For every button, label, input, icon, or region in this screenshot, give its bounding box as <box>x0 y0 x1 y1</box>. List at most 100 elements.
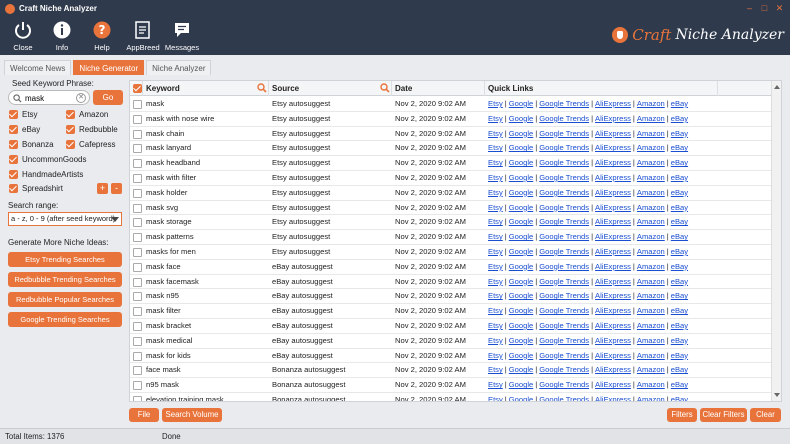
table-row[interactable]: mask bracket eBay autosuggest Nov 2, 2020 … <box>130 319 773 334</box>
checkbox-cafepress[interactable]: Cafepress <box>66 140 115 149</box>
link-google-trends[interactable]: Google Trends <box>539 173 589 182</box>
link-google[interactable]: Google <box>509 321 534 330</box>
minimize-icon[interactable]: – <box>743 2 756 14</box>
link-google[interactable]: Google <box>509 247 534 256</box>
link-aliexpress[interactable]: AliExpress <box>595 262 631 271</box>
table-row[interactable]: mask headband Etsy autosuggest Nov 2, 2020… <box>130 156 773 171</box>
link-ebay[interactable]: eBay <box>671 351 688 360</box>
row-checkbox[interactable] <box>133 203 142 213</box>
link-amazon[interactable]: Amazon <box>637 262 665 271</box>
row-checkbox[interactable] <box>133 144 142 154</box>
search-range-select[interactable]: a - z, 0 - 9 (after seed keyword) <box>8 212 122 226</box>
row-checkbox[interactable] <box>133 114 142 124</box>
link-google-trends[interactable]: Google Trends <box>539 203 589 212</box>
link-google[interactable]: Google <box>509 217 534 226</box>
link-amazon[interactable]: Amazon <box>637 351 665 360</box>
checkbox-spreadshirt[interactable]: Spreadshirt <box>9 184 63 193</box>
clear-button[interactable]: Clear <box>750 408 781 422</box>
help-button[interactable]: ? Help <box>82 20 122 52</box>
link-etsy[interactable]: Etsy <box>488 99 503 108</box>
link-etsy[interactable]: Etsy <box>488 247 503 256</box>
checkbox-handmadeartists[interactable]: HandmadeArtists <box>9 170 83 179</box>
vertical-scrollbar[interactable] <box>771 81 781 401</box>
search-volume-button[interactable]: Search Volume <box>162 408 222 422</box>
link-ebay[interactable]: eBay <box>671 99 688 108</box>
add-source-button[interactable]: + <box>97 183 108 194</box>
link-google-trends[interactable]: Google Trends <box>539 114 589 123</box>
link-google-trends[interactable]: Google Trends <box>539 380 589 389</box>
link-amazon[interactable]: Amazon <box>637 365 665 374</box>
link-amazon[interactable]: Amazon <box>637 217 665 226</box>
appbreed-button[interactable]: AppBreed <box>121 20 165 52</box>
link-ebay[interactable]: eBay <box>671 143 688 152</box>
redbubble-trending-button[interactable]: Redbubble Trending Searches <box>8 272 122 287</box>
row-checkbox[interactable] <box>133 100 142 109</box>
row-checkbox[interactable] <box>133 366 142 376</box>
close-window-icon[interactable]: ✕ <box>773 2 786 14</box>
link-google-trends[interactable]: Google Trends <box>539 143 589 152</box>
tab-niche-generator[interactable]: Niche Generator <box>73 60 145 75</box>
checkbox-redbubble[interactable]: Redbubble <box>66 125 118 134</box>
table-row[interactable]: mask for kids eBay autosuggest Nov 2, 2020… <box>130 349 773 364</box>
header-source[interactable]: Source <box>269 81 392 96</box>
link-etsy[interactable]: Etsy <box>488 232 503 241</box>
link-google-trends[interactable]: Google Trends <box>539 188 589 197</box>
link-google[interactable]: Google <box>509 291 534 300</box>
link-aliexpress[interactable]: AliExpress <box>595 143 631 152</box>
link-ebay[interactable]: eBay <box>671 306 688 315</box>
checkbox-amazon[interactable]: Amazon <box>66 110 108 119</box>
header-keyword[interactable]: Keyword <box>143 81 269 96</box>
row-checkbox[interactable] <box>133 336 142 346</box>
link-aliexpress[interactable]: AliExpress <box>595 99 631 108</box>
table-row[interactable]: face mask Bonanza autosuggest Nov 2, 2020 … <box>130 363 773 379</box>
file-button[interactable]: File <box>129 408 159 422</box>
link-amazon[interactable]: Amazon <box>637 336 665 345</box>
table-row[interactable]: mask with nose wire Etsy autosuggest Nov 2… <box>130 112 773 127</box>
link-google[interactable]: Google <box>509 99 534 108</box>
link-aliexpress[interactable]: AliExpress <box>595 232 631 241</box>
link-google[interactable]: Google <box>509 114 534 123</box>
link-aliexpress[interactable]: AliExpress <box>595 158 631 167</box>
row-checkbox[interactable] <box>133 129 142 139</box>
link-aliexpress[interactable]: AliExpress <box>595 247 631 256</box>
link-google-trends[interactable]: Google Trends <box>539 277 589 286</box>
link-aliexpress[interactable]: AliExpress <box>595 380 631 389</box>
link-etsy[interactable]: Etsy <box>488 306 503 315</box>
link-aliexpress[interactable]: AliExpress <box>595 129 631 138</box>
clear-filters-button[interactable]: Clear Filters <box>700 408 747 422</box>
checkbox-etsy[interactable]: Etsy <box>9 110 38 119</box>
link-etsy[interactable]: Etsy <box>488 365 503 374</box>
link-amazon[interactable]: Amazon <box>637 143 665 152</box>
row-checkbox[interactable] <box>133 233 142 243</box>
link-google-trends[interactable]: Google Trends <box>539 99 589 108</box>
link-etsy[interactable]: Etsy <box>488 262 503 271</box>
link-google[interactable]: Google <box>509 277 534 286</box>
link-google-trends[interactable]: Google Trends <box>539 217 589 226</box>
link-google-trends[interactable]: Google Trends <box>539 262 589 271</box>
link-ebay[interactable]: eBay <box>671 203 688 212</box>
link-google-trends[interactable]: Google Trends <box>539 351 589 360</box>
go-button[interactable]: Go <box>93 90 123 105</box>
link-google-trends[interactable]: Google Trends <box>539 306 589 315</box>
link-amazon[interactable]: Amazon <box>637 232 665 241</box>
link-google-trends[interactable]: Google Trends <box>539 158 589 167</box>
link-aliexpress[interactable]: AliExpress <box>595 321 631 330</box>
table-row[interactable]: mask storage Etsy autosuggest Nov 2, 2020 … <box>130 215 773 231</box>
link-aliexpress[interactable]: AliExpress <box>595 277 631 286</box>
link-ebay[interactable]: eBay <box>671 232 688 241</box>
link-google-trends[interactable]: Google Trends <box>539 365 589 374</box>
link-ebay[interactable]: eBay <box>671 188 688 197</box>
seed-input[interactable] <box>25 92 75 104</box>
table-row[interactable]: mask n95 eBay autosuggest Nov 2, 2020 9:02… <box>130 289 773 305</box>
google-trending-button[interactable]: Google Trending Searches <box>8 312 122 327</box>
link-amazon[interactable]: Amazon <box>637 395 665 401</box>
link-aliexpress[interactable]: AliExpress <box>595 351 631 360</box>
link-google-trends[interactable]: Google Trends <box>539 291 589 300</box>
link-amazon[interactable]: Amazon <box>637 306 665 315</box>
info-button[interactable]: Info <box>42 20 82 52</box>
row-checkbox[interactable] <box>133 395 142 401</box>
scroll-down-icon[interactable] <box>774 393 780 397</box>
link-ebay[interactable]: eBay <box>671 158 688 167</box>
source-search-icon[interactable] <box>380 83 390 93</box>
link-ebay[interactable]: eBay <box>671 380 688 389</box>
